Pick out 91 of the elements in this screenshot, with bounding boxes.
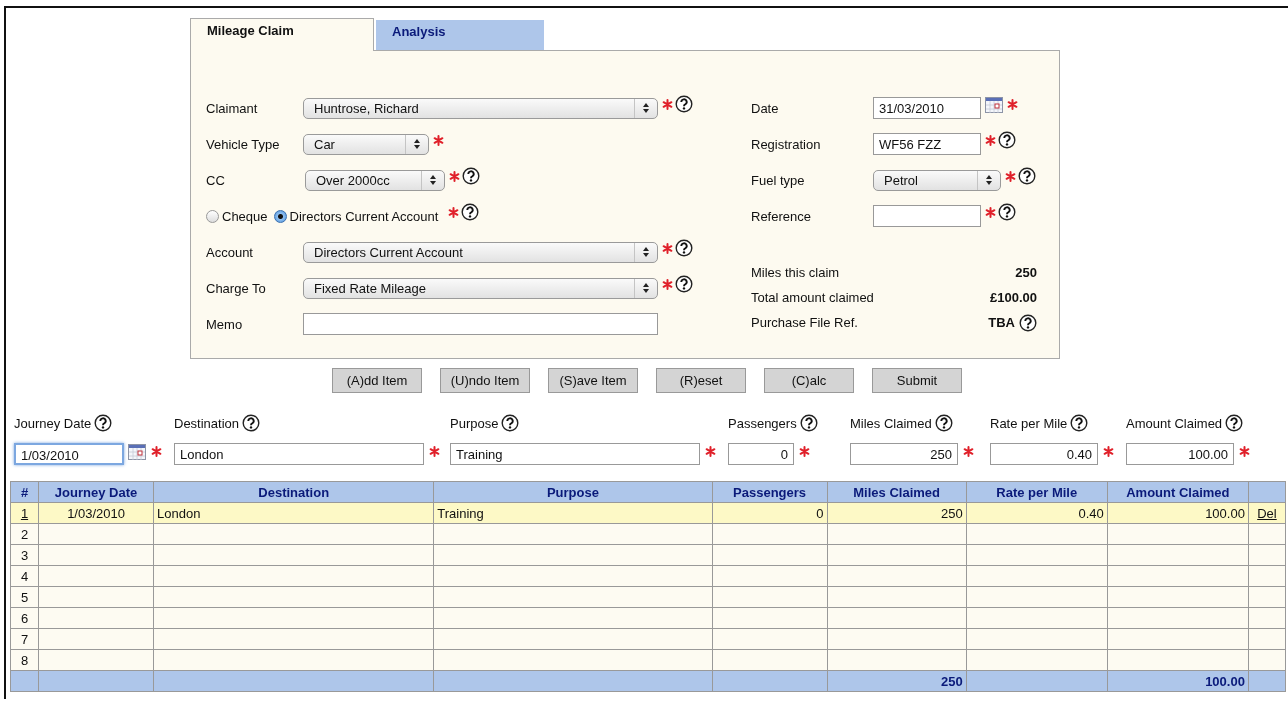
field-label: Vehicle Type xyxy=(206,136,281,152)
help-icon[interactable] xyxy=(675,239,693,257)
help-icon[interactable] xyxy=(934,414,953,432)
updown-arrows-icon xyxy=(429,174,437,186)
help-icon[interactable] xyxy=(94,414,113,432)
button[interactable]: (S)ave Item xyxy=(548,368,638,393)
column-header: Journey Date xyxy=(38,481,154,503)
column-header: Amount Claimed xyxy=(1107,481,1249,503)
radio-option[interactable]: Cheque xyxy=(206,208,268,224)
button[interactable]: (R)eset xyxy=(656,368,746,393)
field-label: CC xyxy=(206,172,226,188)
updown-arrows-icon xyxy=(642,282,650,294)
help-icon[interactable] xyxy=(998,203,1016,221)
input-field[interactable]: 0.40 xyxy=(990,443,1098,465)
field-label: Account xyxy=(206,244,254,260)
input-field[interactable]: 100.00 xyxy=(1126,443,1234,465)
tab[interactable]: Analysis xyxy=(376,20,544,50)
calendar-icon[interactable] xyxy=(128,444,146,460)
input-field[interactable] xyxy=(303,313,658,335)
field-label: Memo xyxy=(206,316,244,332)
help-icon[interactable] xyxy=(1225,414,1244,432)
help-icon[interactable] xyxy=(242,414,261,432)
summary-value: 250 xyxy=(1015,265,1037,280)
field-label: Registration xyxy=(751,136,822,152)
updown-arrows-icon xyxy=(985,174,993,186)
column-header: Passengers xyxy=(712,481,828,503)
input-field[interactable] xyxy=(873,205,981,227)
summary-label: Miles this claim xyxy=(751,265,840,280)
field-label: Date xyxy=(751,100,780,116)
dropdown[interactable]: Fixed Rate Mileage xyxy=(303,277,658,299)
help-icon[interactable] xyxy=(1019,313,1037,332)
input-field[interactable]: 250 xyxy=(850,443,958,465)
row-number: 2 xyxy=(10,523,39,545)
help-icon[interactable] xyxy=(1070,414,1089,432)
table-cell: Training xyxy=(433,502,712,524)
input-field[interactable]: 1/03/2010 xyxy=(14,443,124,465)
summary-value: £100.00 xyxy=(990,290,1037,305)
updown-arrows-icon xyxy=(413,138,421,150)
column-header: Rate per Mile xyxy=(966,481,1108,503)
summary-label: Purchase File Ref. xyxy=(751,315,858,330)
summary-label: Total amount claimed xyxy=(751,290,874,305)
help-icon[interactable] xyxy=(462,167,480,185)
input-field[interactable]: Training xyxy=(450,443,700,465)
help-icon[interactable] xyxy=(675,95,693,113)
button[interactable]: Submit xyxy=(872,368,962,393)
button[interactable]: (A)dd Item xyxy=(332,368,422,393)
row-number: 6 xyxy=(10,607,39,629)
field-label: Fuel type xyxy=(751,172,806,188)
field-label: Purpose xyxy=(450,415,499,431)
table-cell: London xyxy=(153,502,434,524)
dropdown[interactable]: Directors Current Account xyxy=(303,241,658,263)
column-header: Miles Claimed xyxy=(827,481,967,503)
calendar-icon[interactable] xyxy=(985,97,1003,113)
help-icon[interactable] xyxy=(501,414,520,432)
field-label: Passengers xyxy=(728,415,797,431)
dropdown[interactable]: Petrol xyxy=(873,169,1001,191)
tab[interactable]: Mileage Claim xyxy=(190,18,374,51)
field-label: Rate per Mile xyxy=(990,415,1068,431)
field-label: Miles Claimed xyxy=(850,415,932,431)
field-label: Journey Date xyxy=(14,415,92,431)
updown-arrows-icon xyxy=(642,102,650,114)
column-header: # xyxy=(10,481,39,503)
dropdown[interactable]: Huntrose, Richard xyxy=(303,97,658,119)
field-label: Amount Claimed xyxy=(1126,415,1223,431)
field-label: Reference xyxy=(751,208,812,224)
row-number: 5 xyxy=(10,586,39,608)
help-icon[interactable] xyxy=(799,414,818,432)
input-field[interactable]: London xyxy=(174,443,424,465)
button[interactable]: (U)ndo Item xyxy=(440,368,530,393)
radio-option[interactable]: Directors Current Account xyxy=(273,208,439,224)
row-number: 7 xyxy=(10,628,39,650)
help-icon[interactable] xyxy=(675,275,693,293)
button[interactable]: (C)alc xyxy=(764,368,854,393)
field-label: Claimant xyxy=(206,100,259,116)
column-header: Purpose xyxy=(433,481,712,503)
dropdown[interactable]: Over 2000cc xyxy=(305,169,445,191)
help-icon[interactable] xyxy=(1018,167,1036,185)
field-label: Destination xyxy=(174,415,240,431)
input-field[interactable]: 31/03/2010 xyxy=(873,97,981,119)
column-header: Destination xyxy=(153,481,434,503)
help-icon[interactable] xyxy=(461,203,480,221)
summary-value: TBA xyxy=(988,315,1015,330)
input-field[interactable]: WF56 FZZ xyxy=(873,133,981,155)
field-label: Charge To xyxy=(206,280,267,296)
dropdown[interactable]: Car xyxy=(303,133,429,155)
input-field[interactable]: 0 xyxy=(728,443,794,465)
row-number: 8 xyxy=(10,649,39,671)
updown-arrows-icon xyxy=(642,246,650,258)
row-number: 3 xyxy=(10,544,39,566)
row-number: 4 xyxy=(10,565,39,587)
help-icon[interactable] xyxy=(998,131,1016,149)
